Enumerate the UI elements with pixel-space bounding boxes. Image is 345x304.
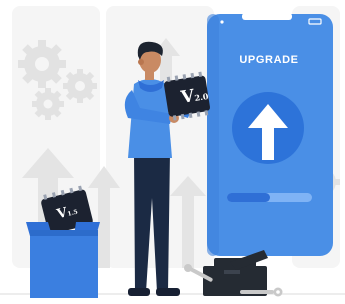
ear	[138, 59, 144, 65]
gear-icon	[18, 40, 66, 88]
chip-v2-label: V2.0	[180, 84, 210, 108]
chip-v1-number: 1.5	[66, 208, 79, 218]
gear-icon	[63, 69, 97, 103]
shoe-left	[128, 288, 150, 296]
phone-notch	[242, 13, 292, 20]
progress-fill	[227, 193, 270, 202]
signal-icon	[220, 20, 224, 24]
upgrade-illustration	[0, 6, 345, 298]
shoe-right	[156, 288, 180, 296]
chip-v2-number: 2.0	[193, 90, 210, 103]
box	[26, 222, 100, 298]
phone-title: UPGRADE	[239, 54, 299, 66]
phone	[207, 13, 333, 256]
gear-icon	[32, 88, 64, 120]
